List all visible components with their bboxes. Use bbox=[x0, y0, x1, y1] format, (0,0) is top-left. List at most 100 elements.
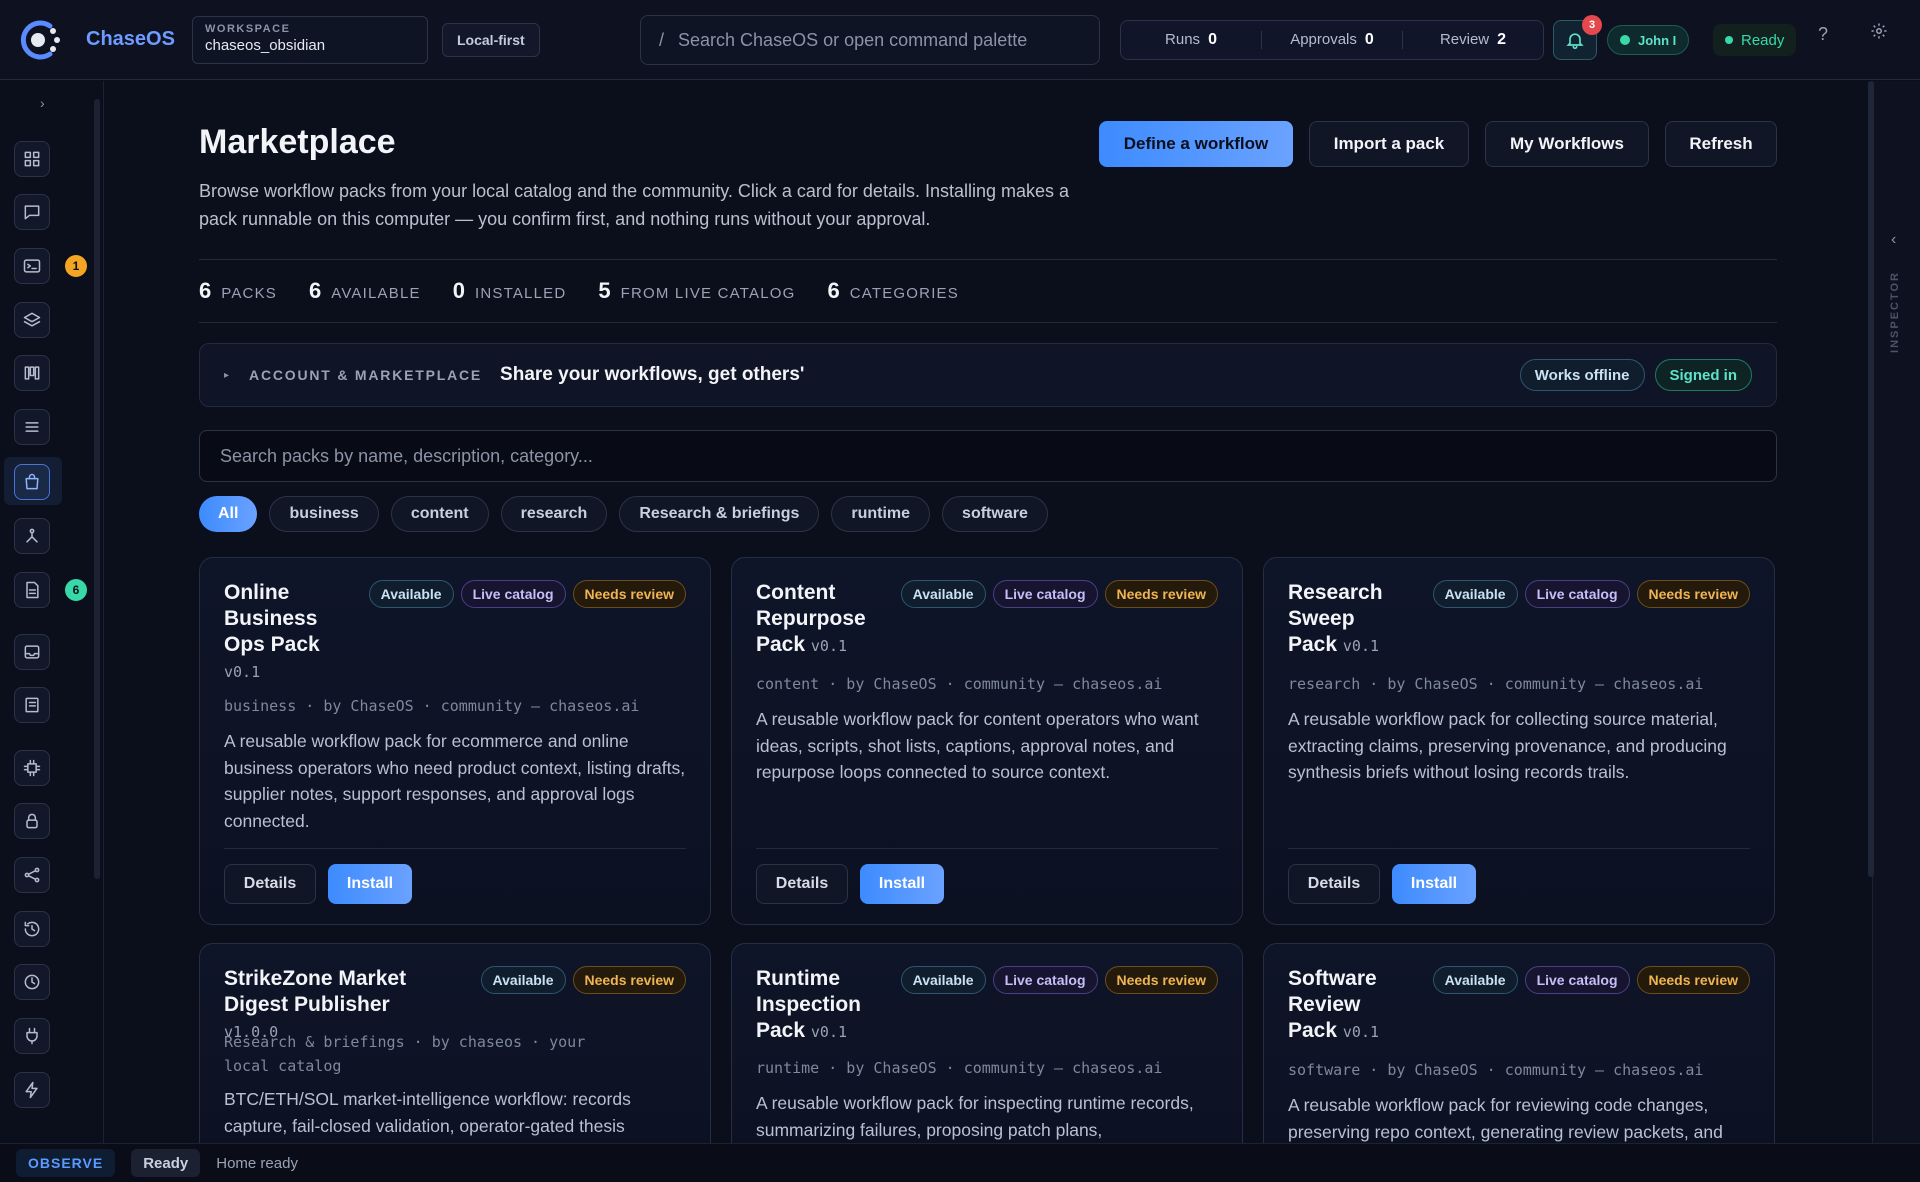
sidebar-item-terminal[interactable] bbox=[14, 248, 50, 284]
install-button[interactable]: Install bbox=[1392, 864, 1476, 904]
user-name: John I bbox=[1638, 32, 1677, 48]
layers-icon bbox=[23, 312, 41, 327]
pack-search-input[interactable]: Search packs by name, description, categ… bbox=[199, 430, 1777, 482]
filter-chip-all[interactable]: All bbox=[199, 496, 258, 532]
needs-review-badge: Needs review bbox=[1636, 580, 1750, 608]
pack-version: v0.1 bbox=[810, 637, 848, 655]
top-bar: ChaseOS WORKSPACE chaseos_obsidian Local… bbox=[0, 0, 1920, 80]
pack-card[interactable]: Runtime Inspection Pack v0.1 Available Liv… bbox=[731, 943, 1243, 1143]
needs-review-badge: Needs review bbox=[572, 966, 686, 994]
slash-hint: / bbox=[659, 29, 665, 50]
stat-installed: 0 INSTALLED bbox=[452, 278, 567, 303]
pack-meta: business · by ChaseOS · community — chas… bbox=[224, 697, 640, 715]
graph-icon bbox=[26, 528, 38, 543]
details-button[interactable]: Details bbox=[756, 864, 848, 904]
pack-title: Research Sweep Pack v0.1 bbox=[1288, 581, 1383, 656]
pack-search-placeholder: Search packs by name, description, categ… bbox=[220, 445, 593, 466]
runs-counter[interactable]: Runs 0 bbox=[1121, 31, 1261, 49]
filter-chip-business[interactable]: business bbox=[269, 496, 379, 532]
sidebar-item-inbox[interactable] bbox=[14, 634, 50, 670]
pack-title: Content Repurpose Pack v0.1 bbox=[756, 581, 866, 656]
pack-version: v0.1 bbox=[224, 663, 261, 681]
mode-badge[interactable]: OBSERVE bbox=[16, 1149, 116, 1177]
sidebar-scrollbar[interactable] bbox=[94, 99, 100, 879]
sidebar-item-shopping-bag[interactable] bbox=[14, 464, 50, 500]
install-button[interactable]: Install bbox=[328, 864, 412, 904]
pack-card[interactable]: Software Review Pack v0.1 Available Live c… bbox=[1263, 943, 1775, 1143]
gear-icon[interactable] bbox=[1870, 22, 1888, 40]
sidebar-item-chat[interactable] bbox=[14, 194, 50, 230]
live-catalog-badge: Live catalog bbox=[992, 580, 1098, 608]
sidebar-item-notebook[interactable] bbox=[14, 687, 50, 723]
sidebar-item-chip[interactable] bbox=[14, 750, 50, 786]
sidebar-item-kanban[interactable] bbox=[14, 355, 50, 391]
filter-chip-content[interactable]: content bbox=[390, 496, 489, 532]
sidebar-item-layers[interactable] bbox=[14, 302, 50, 338]
inspector-collapse-icon[interactable]: ‹ bbox=[1891, 231, 1896, 249]
card-divider bbox=[1288, 848, 1750, 849]
live-catalog-badge: Live catalog bbox=[1524, 966, 1630, 994]
sidebar-item-grid[interactable] bbox=[14, 141, 50, 177]
stats-row: 6 PACKS 6 AVAILABLE 0 INSTALLED 5 FROM LIVE … bbox=[199, 259, 1777, 323]
chaseos-logo-icon[interactable] bbox=[16, 16, 64, 64]
details-button[interactable]: Details bbox=[1288, 864, 1380, 904]
left-sidebar: › 1 6 bbox=[0, 81, 104, 1143]
define-workflow-button[interactable]: Define a workflow bbox=[1099, 121, 1293, 167]
filter-chip-runtime[interactable]: runtime bbox=[831, 496, 931, 532]
command-palette-input[interactable]: / Search ChaseOS or open command palette bbox=[640, 15, 1100, 65]
details-button[interactable]: Details bbox=[224, 864, 316, 904]
approvals-counter[interactable]: Approvals 0 bbox=[1261, 31, 1402, 49]
sidebar-item-list[interactable] bbox=[14, 409, 50, 445]
notifications-button[interactable]: 3 bbox=[1553, 15, 1602, 60]
import-pack-button[interactable]: Import a pack bbox=[1309, 121, 1469, 167]
sidebar-item-clock[interactable] bbox=[14, 964, 50, 1000]
bell-icon bbox=[1566, 33, 1584, 50]
inspector-label[interactable]: INSPECTOR bbox=[1889, 271, 1901, 353]
works-offline-badge: Works offline bbox=[1519, 359, 1645, 391]
page-title: Marketplace bbox=[199, 123, 396, 161]
my-workflows-button[interactable]: My Workflows bbox=[1485, 121, 1649, 167]
pack-card[interactable]: Research Sweep Pack v0.1 Available Live ca… bbox=[1263, 557, 1775, 925]
expand-caret-icon[interactable]: ▸ bbox=[224, 370, 229, 381]
user-menu[interactable]: John I bbox=[1607, 25, 1690, 55]
marketplace-page: Marketplace Browse workflow packs from y… bbox=[199, 81, 1777, 1143]
sidebar-expand-icon[interactable]: › bbox=[40, 95, 45, 111]
command-placeholder: Search ChaseOS or open command palette bbox=[678, 29, 1028, 50]
workspace-selector[interactable]: WORKSPACE chaseos_obsidian bbox=[192, 16, 428, 64]
main-scrollbar[interactable] bbox=[1868, 81, 1874, 877]
sidebar-item-plug[interactable] bbox=[14, 1018, 50, 1054]
stat-live-catalog: 5 FROM LIVE CATALOG bbox=[598, 278, 796, 303]
local-first-pill[interactable]: Local-first bbox=[442, 23, 540, 57]
refresh-button[interactable]: Refresh bbox=[1665, 121, 1777, 167]
review-counter[interactable]: Review 2 bbox=[1402, 31, 1543, 49]
sidebar-item-lock[interactable] bbox=[14, 803, 50, 839]
live-catalog-badge: Live catalog bbox=[992, 966, 1098, 994]
status-bar: OBSERVE Ready Home ready bbox=[0, 1143, 1920, 1182]
sidebar-item-share[interactable] bbox=[14, 857, 50, 893]
pack-title: Runtime Inspection Pack v0.1 bbox=[756, 967, 862, 1042]
filter-chip-software[interactable]: software bbox=[942, 496, 1048, 532]
account-section-label: ACCOUNT & MARKETPLACE bbox=[249, 367, 483, 383]
kanban-icon bbox=[24, 366, 40, 380]
sidebar-item-bolt[interactable] bbox=[14, 1072, 50, 1108]
lock-icon bbox=[26, 813, 38, 829]
live-catalog-badge: Live catalog bbox=[1524, 580, 1630, 608]
help-icon[interactable]: ? bbox=[1818, 24, 1828, 45]
available-badge: Available bbox=[368, 580, 454, 608]
pack-card[interactable]: Content Repurpose Pack v0.1 Available Live… bbox=[731, 557, 1243, 925]
stat-packs: 6 PACKS bbox=[199, 278, 277, 303]
account-marketplace-panel[interactable]: ▸ ACCOUNT & MARKETPLACE Share your workf… bbox=[199, 343, 1777, 407]
account-section-title: Share your workflows, get others' bbox=[500, 364, 805, 385]
filter-chip-research[interactable]: research bbox=[500, 496, 608, 532]
pack-meta: runtime · by ChaseOS · community — chase… bbox=[756, 1059, 1163, 1077]
status-message: Home ready bbox=[216, 1154, 298, 1172]
install-button[interactable]: Install bbox=[860, 864, 944, 904]
sidebar-item-history[interactable] bbox=[14, 911, 50, 947]
needs-review-badge: Needs review bbox=[1636, 966, 1750, 994]
pack-card[interactable]: Online Business Ops Pack v0.1 Available Li… bbox=[199, 557, 711, 925]
sidebar-item-document[interactable] bbox=[14, 572, 50, 608]
pack-card[interactable]: StrikeZone Market Digest Publisher v1.0.… bbox=[199, 943, 711, 1143]
filter-chip-research-briefings[interactable]: Research & briefings bbox=[619, 496, 820, 532]
live-catalog-badge: Live catalog bbox=[460, 580, 566, 608]
sidebar-item-graph[interactable] bbox=[14, 518, 50, 554]
